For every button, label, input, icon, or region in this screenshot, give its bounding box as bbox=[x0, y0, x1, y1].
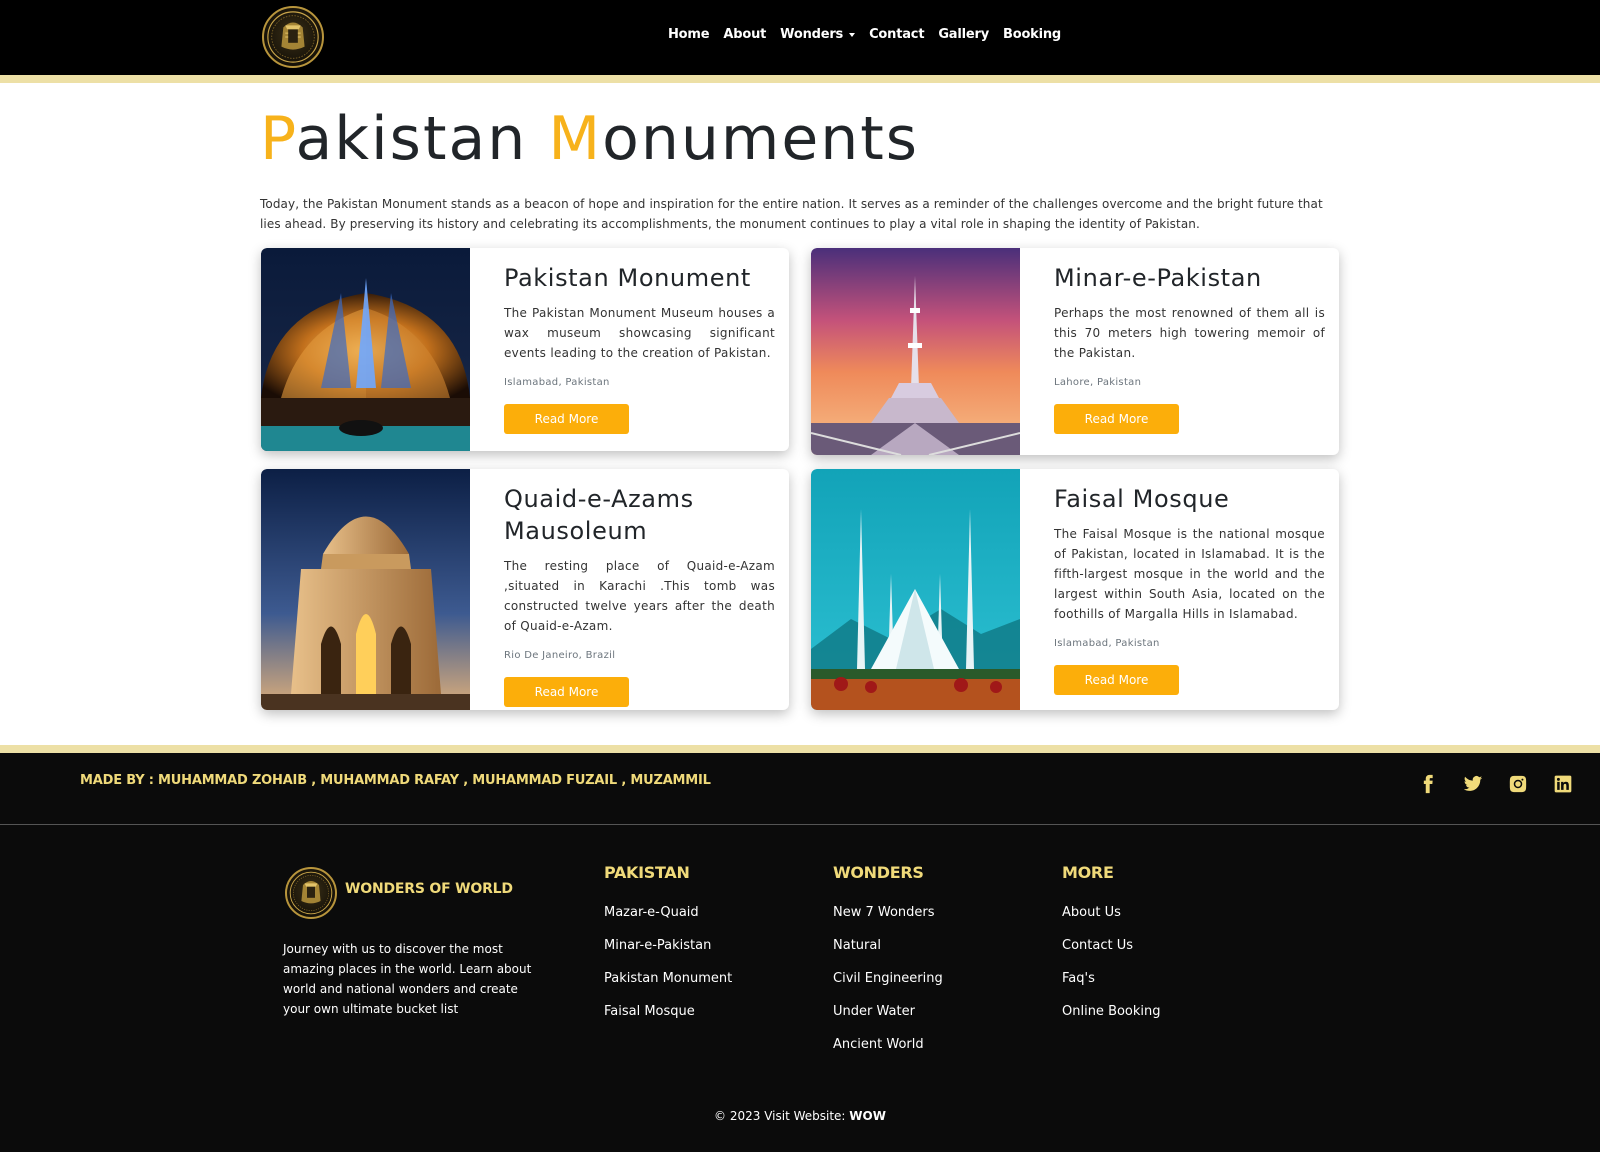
title-part: akistan bbox=[295, 104, 549, 174]
card-text: The Pakistan Monument Museum houses a wa… bbox=[504, 306, 775, 360]
footer-link[interactable]: Mazar-e-Quaid bbox=[604, 896, 732, 929]
twitter-icon[interactable] bbox=[1450, 771, 1495, 797]
card-title: Pakistan Monument bbox=[504, 264, 751, 292]
social-links bbox=[1405, 771, 1585, 797]
nav-about[interactable]: About bbox=[723, 27, 766, 42]
card-location: Islamabad, Pakistan bbox=[1054, 638, 1160, 649]
card-location: Islamabad, Pakistan bbox=[504, 377, 610, 388]
footer-link[interactable]: Faisal Mosque bbox=[604, 995, 732, 1028]
nav-booking[interactable]: Booking bbox=[1003, 27, 1061, 42]
card-image bbox=[261, 248, 470, 451]
page-title: Pakistan Monuments bbox=[260, 104, 919, 174]
footer-link[interactable]: About Us bbox=[1062, 896, 1161, 929]
nav-divider bbox=[0, 75, 1600, 83]
card-body: Pakistan Monument The Pakistan Monument … bbox=[504, 262, 775, 434]
read-more-button[interactable]: Read More bbox=[504, 677, 629, 707]
nav-gallery[interactable]: Gallery bbox=[938, 27, 989, 42]
card-text: Perhaps the most renowned of them all is… bbox=[1054, 306, 1325, 360]
nav-contact[interactable]: Contact bbox=[869, 27, 924, 42]
title-part: onuments bbox=[602, 104, 920, 174]
copyright-site-link[interactable]: WOW bbox=[849, 1109, 886, 1123]
caret-down-icon bbox=[849, 32, 856, 37]
footer-col-more: MORE About Us Contact Us Faq's Online Bo… bbox=[1062, 863, 1161, 1028]
footer-col-wonders: WONDERS New 7 Wonders Natural Civil Engi… bbox=[833, 863, 943, 1061]
card-text: The Faisal Mosque is the national mosque… bbox=[1054, 527, 1325, 621]
footer-col-heading: PAKISTAN bbox=[604, 863, 690, 882]
footer-link[interactable]: New 7 Wonders bbox=[833, 896, 943, 929]
footer-link[interactable]: Faq's bbox=[1062, 962, 1161, 995]
footer-brand-name: WONDERS OF WORLD bbox=[345, 881, 513, 897]
card-body: Minar-e-Pakistan Perhaps the most renown… bbox=[1054, 262, 1325, 434]
card-image bbox=[811, 469, 1020, 710]
instagram-icon[interactable] bbox=[1495, 771, 1540, 797]
nav-wonders-label: Wonders bbox=[780, 27, 844, 42]
made-by-credits: MADE BY : MUHAMMAD ZOHAIB , MUHAMMAD RAF… bbox=[80, 773, 711, 788]
footer-logo[interactable] bbox=[285, 867, 337, 919]
card-minar-e-pakistan: Minar-e-Pakistan Perhaps the most renown… bbox=[811, 248, 1339, 455]
footer-link[interactable]: Minar-e-Pakistan bbox=[604, 929, 732, 962]
read-more-button[interactable]: Read More bbox=[504, 404, 629, 434]
card-body: Faisal Mosque The Faisal Mosque is the n… bbox=[1054, 483, 1325, 695]
card-image bbox=[261, 469, 470, 710]
footer-link[interactable]: Natural bbox=[833, 929, 943, 962]
footer-col-pakistan: PAKISTAN Mazar-e-Quaid Minar-e-Pakistan … bbox=[604, 863, 732, 1028]
title-accent-letter: P bbox=[260, 104, 296, 174]
card-faisal-mosque: Faisal Mosque The Faisal Mosque is the n… bbox=[811, 469, 1339, 710]
card-title: Faisal Mosque bbox=[1054, 485, 1230, 513]
nav-home[interactable]: Home bbox=[668, 27, 710, 42]
footer-link[interactable]: Contact Us bbox=[1062, 929, 1161, 962]
card-quaid-e-azam-mausoleum: Quaid-e-Azams Mausoleum The resting plac… bbox=[261, 469, 789, 710]
read-more-button[interactable]: Read More bbox=[1054, 404, 1179, 434]
read-more-button[interactable]: Read More bbox=[1054, 665, 1179, 695]
footer-link[interactable]: Pakistan Monument bbox=[604, 962, 732, 995]
copyright: © 2023 Visit Website: WOW bbox=[0, 1109, 1600, 1123]
copyright-text: © 2023 Visit Website: bbox=[714, 1109, 850, 1123]
card-title: Quaid-e-Azams Mausoleum bbox=[504, 485, 694, 545]
nav-links: Home About Wonders Contact Gallery Booki… bbox=[668, 27, 1075, 42]
facebook-icon[interactable] bbox=[1405, 771, 1450, 797]
intro-paragraph: Today, the Pakistan Monument stands as a… bbox=[260, 197, 1323, 231]
site-logo[interactable] bbox=[262, 6, 324, 68]
linkedin-icon[interactable] bbox=[1540, 771, 1585, 797]
footer-link[interactable]: Online Booking bbox=[1062, 995, 1161, 1028]
nav-wonders-dropdown[interactable]: Wonders bbox=[780, 27, 856, 42]
footer-link[interactable]: Under Water bbox=[833, 995, 943, 1028]
card-text: The resting place of Quaid-e-Azam ,situa… bbox=[504, 559, 775, 633]
footer: MADE BY : MUHAMMAD ZOHAIB , MUHAMMAD RAF… bbox=[0, 753, 1600, 1152]
footer-divider-strip bbox=[0, 745, 1600, 753]
card-body: Quaid-e-Azams Mausoleum The resting plac… bbox=[504, 483, 775, 707]
navbar: Home About Wonders Contact Gallery Booki… bbox=[0, 0, 1600, 75]
footer-divider-line bbox=[0, 824, 1600, 825]
footer-brand-description: Journey with us to discover the most ama… bbox=[283, 942, 532, 1016]
footer-link[interactable]: Ancient World bbox=[833, 1028, 943, 1061]
card-location: Lahore, Pakistan bbox=[1054, 377, 1142, 388]
card-title: Minar-e-Pakistan bbox=[1054, 264, 1262, 292]
footer-col-heading: WONDERS bbox=[833, 863, 924, 882]
card-pakistan-monument: Pakistan Monument The Pakistan Monument … bbox=[261, 248, 789, 451]
footer-link[interactable]: Civil Engineering bbox=[833, 962, 943, 995]
card-image bbox=[811, 248, 1020, 455]
title-accent-letter: M bbox=[548, 104, 603, 174]
footer-col-heading: MORE bbox=[1062, 863, 1114, 882]
card-location: Rio De Janeiro, Brazil bbox=[504, 650, 616, 661]
